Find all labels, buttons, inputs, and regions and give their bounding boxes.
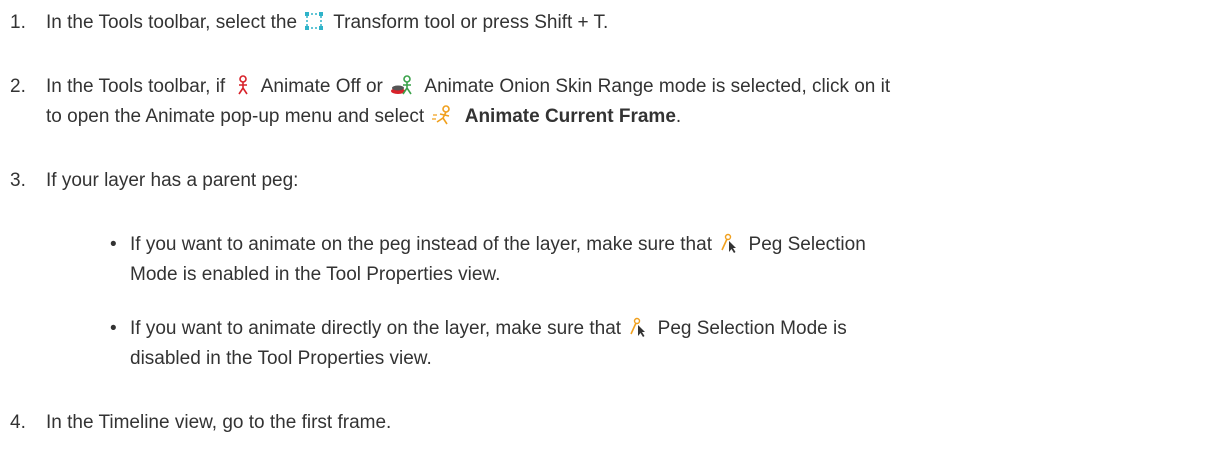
step-1-text-b: Transform tool or press Shift + T. [333, 12, 609, 33]
peg-selection-mode-icon [628, 317, 648, 337]
step-text: In the Tools toolbar, select the Transfo… [46, 8, 1181, 38]
bullet-text: If you want to animate on the peg instea… [130, 230, 1181, 260]
animate-onion-skin-range-icon [390, 75, 416, 95]
step-number: 1. [10, 12, 26, 33]
bullet-1-text-c: Mode is enabled in the Tool Properties v… [130, 264, 501, 285]
step-number: 3. [10, 170, 26, 191]
bullet-icon: • [110, 234, 117, 255]
step-2-text-f: . [675, 106, 682, 127]
transform-tool-icon [304, 11, 324, 31]
bullet-2-text-a: If you want to animate directly on the l… [130, 318, 622, 339]
instructions-page: 1. In the Tools toolbar, select the Tran… [0, 0, 1221, 460]
step-number: 2. [10, 76, 26, 97]
step-text: In the Tools toolbar, if Animate Off or … [46, 72, 1181, 102]
step-number: 4. [10, 412, 26, 433]
bullet-text: If you want to animate directly on the l… [130, 314, 1181, 344]
step-2-text-a: In the Tools toolbar, if [46, 76, 226, 97]
step-2-text-d: to open the Animate pop-up menu and sele… [46, 106, 425, 127]
bullet-1-text-a: If you want to animate on the peg instea… [130, 234, 712, 255]
step-text-continued: to open the Animate pop-up menu and sele… [46, 102, 1181, 132]
animate-current-frame-icon [431, 105, 455, 125]
animate-off-icon [233, 75, 253, 95]
step-text: In the Timeline view, go to the first fr… [46, 412, 392, 433]
bullet-2-text-c: disabled in the Tool Properties view. [130, 348, 432, 369]
bullet-2-text-b: Peg Selection Mode is [657, 318, 847, 339]
bullet-1-text-b: Peg Selection [748, 234, 866, 255]
step-2-text-b: Animate Off or [260, 76, 383, 97]
step-1-text-a: In the Tools toolbar, select the [46, 12, 298, 33]
step-2-text-c: Animate Onion Skin Range mode is selecte… [424, 76, 891, 97]
bullet-icon: • [110, 318, 117, 339]
peg-selection-mode-icon [719, 233, 739, 253]
step-text: If your layer has a parent peg: [46, 170, 299, 191]
animate-current-frame-label: Animate Current Frame [464, 106, 676, 127]
